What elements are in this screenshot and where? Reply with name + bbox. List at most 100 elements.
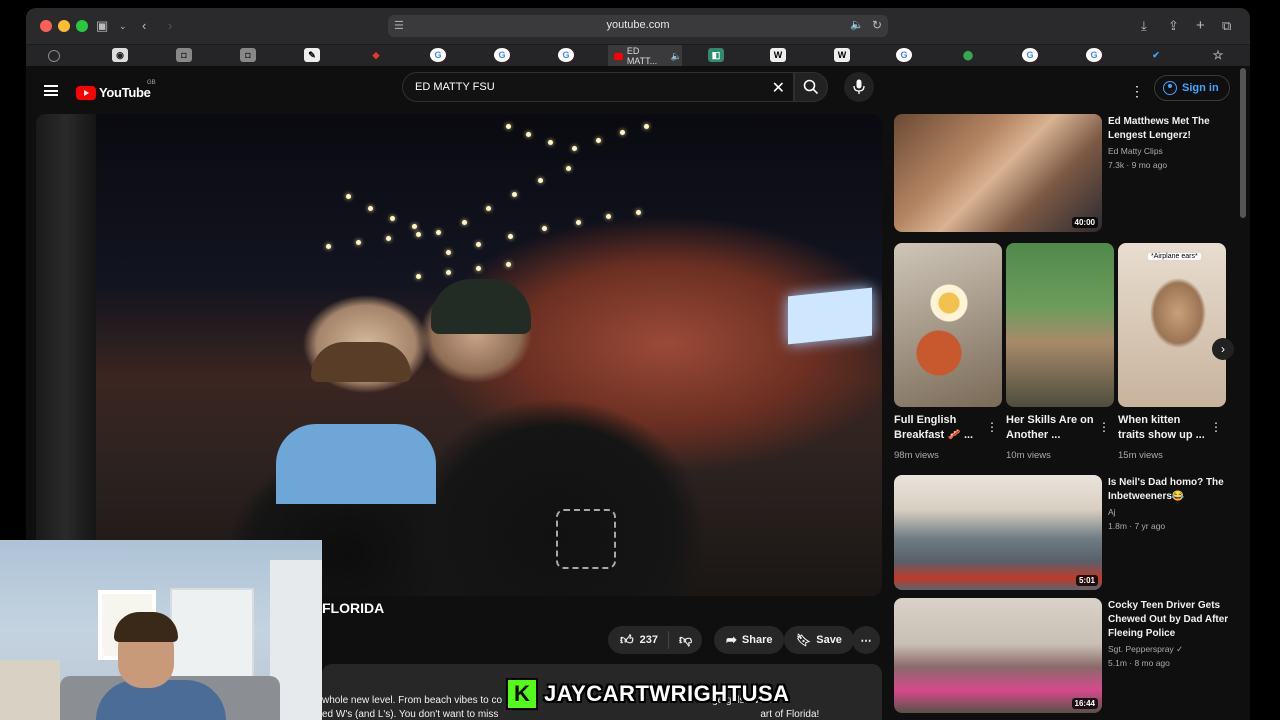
shorts-shelf: *Airplane ears* Full English Breakfast 🥓… [894,243,1226,468]
video-frame-person-right [431,279,531,334]
clear-search-icon[interactable]: ✕ [772,78,785,98]
sidebar-video-2[interactable]: 5:01 Is Neil's Dad homo? The Inbetweener… [894,475,1224,593]
video-title[interactable]: Cocky Teen Driver Gets Chewed Out by Dad… [1108,599,1232,641]
tab-active-youtube[interactable]: ED MATT... 🔈 [608,45,682,67]
sidebar-video-3[interactable]: 16:44 Cocky Teen Driver Gets Chewed Out … [894,598,1228,716]
tab-google-favicon-6[interactable]: G [1086,48,1102,62]
youtube-play-icon [76,85,96,100]
streamer-watermark: K JAYCARTWRIGHTUSA [506,676,790,712]
video-frame-tv [788,287,872,345]
new-tab-icon[interactable]: + [1196,17,1205,35]
video-title[interactable]: Is Neil's Dad homo? The Inbetweeners😂 [1108,476,1228,504]
browser-titlebar: ▣ ⌄ ‹ › ☰ youtube.com 🔈 ↻ ⤓ ⇪ + ⧉ [26,8,1250,44]
tab-wikipedia-favicon-1[interactable]: W [770,48,786,62]
webcam-overlay [0,540,322,720]
search-button[interactable] [794,72,828,102]
tab-favicon-3[interactable]: ◘ [240,48,256,62]
sign-in-label: Sign in [1182,82,1219,94]
short-views-3: 15m views [1118,450,1163,461]
tab-google-favicon-1[interactable]: G [430,48,446,62]
video-thumbnail[interactable]: 16:44 [894,598,1102,713]
video-duration: 16:44 [1071,698,1098,709]
short-views-2: 10m views [1006,450,1051,461]
like-button[interactable]: 👍︎ 237 [608,631,669,649]
menu-icon[interactable] [44,85,58,96]
video-frame-background-person [276,424,436,504]
video-channel[interactable]: Aj [1108,506,1116,518]
short-title-2[interactable]: Her Skills Are on Another ... [1006,413,1098,443]
tab-favicon-4[interactable]: ✎ [304,48,320,62]
share-icon[interactable]: ⇪ [1168,17,1179,35]
fullscreen-window-button[interactable] [76,20,88,32]
short-overlay-text: *Airplane ears* [1148,253,1201,260]
short-title-3[interactable]: When kitten traits show up ... [1118,413,1210,443]
video-meta: 7.3k · 9 mo ago [1108,160,1168,170]
video-title[interactable]: Ed Matthews Met The Lengest Lengerz! [1108,115,1228,143]
audio-playing-icon[interactable]: 🔈 [850,18,864,31]
thumbs-up-icon: 👍︎ [620,632,634,647]
short-menu-icon[interactable]: ⋮ [986,420,998,434]
tab-favicon-5[interactable]: ◆ [368,48,384,62]
video-player[interactable] [36,114,882,596]
search-icon [803,79,819,95]
short-thumbnail-1[interactable] [894,243,1002,407]
sidebar-video-1[interactable]: 40:00 Ed Matthews Met The Lengest Lenger… [894,114,1224,232]
tab-google-favicon-2[interactable]: G [494,48,510,62]
video-frame-person-left [311,342,411,382]
tab-google-favicon-3[interactable]: G [558,48,574,62]
tab-bar: ◉ ◘ ◘ ✎ ◆ G G G ED MATT... 🔈 ◧ W W G ⬤ G… [26,44,1250,67]
voice-search-button[interactable] [844,72,874,102]
video-meta: 1.8m · 7 yr ago [1108,521,1166,531]
tab-audio-icon[interactable]: 🔈 [671,51,682,62]
webcam-streamer [96,612,226,720]
forward-arrow-icon[interactable]: › [168,17,172,35]
address-bar[interactable]: ☰ youtube.com 🔈 ↻ [388,15,888,37]
save-button[interactable]: 🔖︎ Save [784,626,854,654]
video-frame-pole [36,114,96,596]
minimize-window-button[interactable] [58,20,70,32]
short-title-1[interactable]: Full English Breakfast 🥓 ... [894,413,986,443]
like-count: 237 [639,634,658,646]
tab-maps-favicon[interactable]: ⬤ [960,48,976,62]
close-window-button[interactable] [40,20,52,32]
page-scrollbar[interactable] [1240,68,1246,218]
tab-favicon-1[interactable]: ◉ [112,48,128,62]
dislike-button[interactable]: 👎︎ [669,632,702,648]
download-icon[interactable]: ⤓ [1141,17,1147,35]
reload-icon[interactable]: ↻ [872,18,882,32]
chevron-down-icon[interactable]: ⌄ [119,17,127,35]
share-arrow-icon: ➦ [726,632,737,647]
tab-favicon-2[interactable]: ◘ [176,48,192,62]
account-icon [1163,81,1177,95]
short-thumbnail-3[interactable]: *Airplane ears* [1118,243,1226,407]
shorts-next-chevron-icon[interactable]: › [1212,338,1234,360]
more-actions-button[interactable]: ⋯ [852,626,880,654]
settings-more-icon[interactable]: ⋮ [1130,83,1144,100]
tab-clock-favicon[interactable] [48,50,60,62]
video-channel[interactable]: Ed Matty Clips [1108,145,1163,157]
short-menu-icon[interactable]: ⋮ [1210,420,1222,434]
video-thumbnail[interactable]: 5:01 [894,475,1102,590]
sidebar-toggle-icon[interactable]: ▣ [96,17,108,35]
tab-favicon-7[interactable]: ✔ [1148,48,1164,62]
video-thumbnail[interactable]: 40:00 [894,114,1102,232]
tab-wikipedia-favicon-2[interactable]: W [834,48,850,62]
kick-logo-icon: K [506,678,538,710]
video-channel[interactable]: Sgt. Pepperspray ✓ [1108,643,1183,655]
short-menu-icon[interactable]: ⋮ [1098,420,1110,434]
url-text: youtube.com [606,19,670,31]
microphone-icon [853,79,865,94]
video-duration: 5:01 [1075,575,1098,586]
share-button[interactable]: ➦ Share [714,626,785,654]
tab-google-favicon-5[interactable]: G [1022,48,1038,62]
youtube-logo[interactable]: YouTube GB [76,80,156,100]
tab-google-favicon-4[interactable]: G [896,48,912,62]
short-thumbnail-2[interactable] [1006,243,1114,407]
sign-in-button[interactable]: Sign in [1154,75,1230,101]
bookmark-star-icon[interactable]: ☆ [1210,48,1226,62]
back-arrow-icon[interactable]: ‹ [142,17,146,35]
tab-overview-icon[interactable]: ⧉ [1222,17,1231,35]
tab-favicon-6[interactable]: ◧ [708,48,724,62]
search-query: ED MATTY FSU [415,81,495,93]
search-input[interactable]: ED MATTY FSU ✕ [402,72,794,102]
